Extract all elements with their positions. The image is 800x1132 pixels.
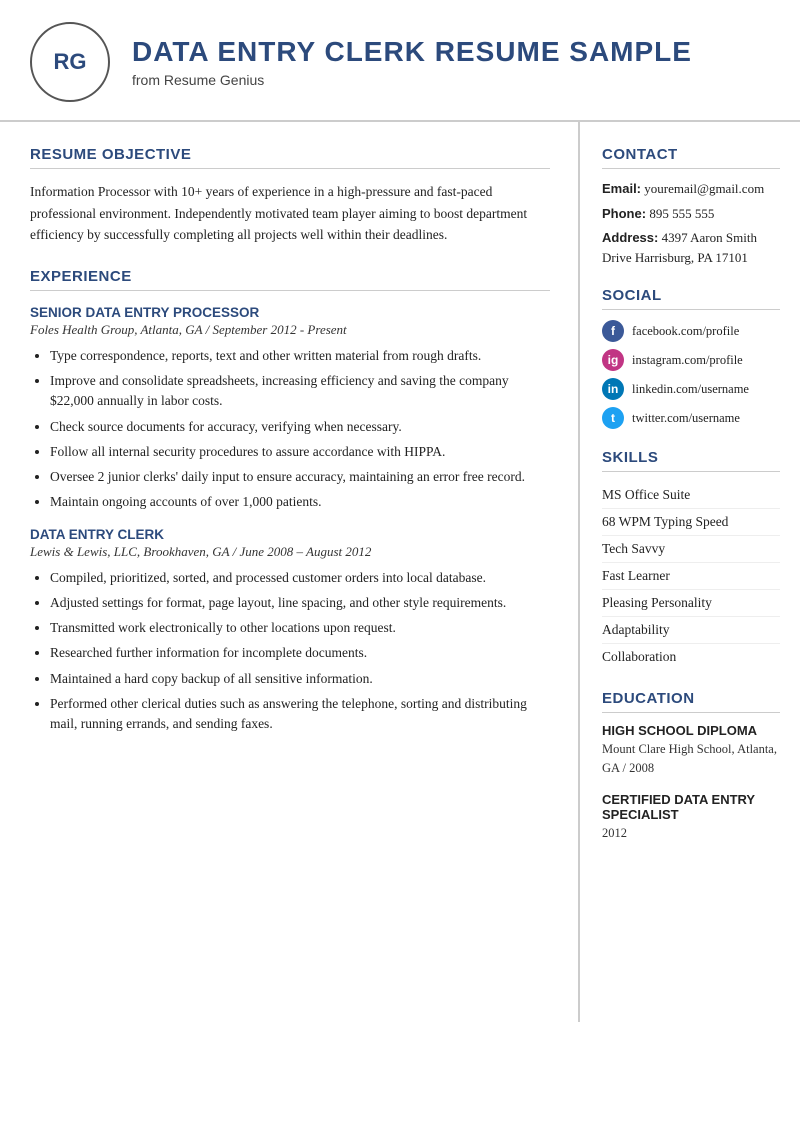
experience-section: EXPERIENCE SENIOR DATA ENTRY PROCESSOR Fo… (30, 268, 550, 735)
job-item: DATA ENTRY CLERK Lewis & Lewis, LLC, Broo… (30, 527, 550, 735)
phone-label: Phone: (602, 206, 646, 221)
bullet-item: Oversee 2 junior clerks' daily input to … (50, 467, 550, 487)
bullet-item: Adjusted settings for format, page layou… (50, 593, 550, 613)
email-value: youremail@gmail.com (644, 181, 764, 196)
bullet-item: Maintain ongoing accounts of over 1,000 … (50, 492, 550, 512)
skills-container: MS Office Suite68 WPM Typing SpeedTech S… (602, 482, 780, 670)
bullet-item: Follow all internal security procedures … (50, 442, 550, 462)
email-label: Email: (602, 181, 641, 196)
skills-heading: SKILLS (602, 449, 780, 472)
edu-detail: 2012 (602, 824, 780, 843)
job-bullets: Compiled, prioritized, sorted, and proce… (30, 568, 550, 735)
facebook-icon: f (602, 320, 624, 342)
bullet-item: Transmitted work electronically to other… (50, 618, 550, 638)
instagram-link: instagram.com/profile (632, 353, 743, 368)
skill-item: Tech Savvy (602, 536, 780, 563)
job-meta: Foles Health Group, Atlanta, GA / Septem… (30, 322, 550, 338)
education-heading: EDUCATION (602, 690, 780, 713)
skill-item: Collaboration (602, 644, 780, 670)
twitter-link: twitter.com/username (632, 411, 740, 426)
objective-text: Information Processor with 10+ years of … (30, 181, 550, 246)
social-item-twitter: t twitter.com/username (602, 407, 780, 429)
skill-item: MS Office Suite (602, 482, 780, 509)
education-item: HIGH SCHOOL DIPLOMA Mount Clare High Scho… (602, 723, 780, 778)
linkedin-icon: in (602, 378, 624, 400)
skill-item: Adaptability (602, 617, 780, 644)
bullet-item: Check source documents for accuracy, ver… (50, 417, 550, 437)
skill-item: Fast Learner (602, 563, 780, 590)
job-title: SENIOR DATA ENTRY PROCESSOR (30, 305, 550, 320)
education-container: HIGH SCHOOL DIPLOMA Mount Clare High Scho… (602, 723, 780, 842)
bullet-item: Type correspondence, reports, text and o… (50, 346, 550, 366)
left-column: RESUME OBJECTIVE Information Processor w… (0, 122, 580, 1022)
job-bullets: Type correspondence, reports, text and o… (30, 346, 550, 513)
logo-circle: RG (30, 22, 110, 102)
contact-phone: Phone: 895 555 555 (602, 204, 780, 224)
linkedin-link: linkedin.com/username (632, 382, 749, 397)
job-title: DATA ENTRY CLERK (30, 527, 550, 542)
resume-title: DATA ENTRY CLERK RESUME SAMPLE (132, 36, 692, 68)
edu-title: HIGH SCHOOL DIPLOMA (602, 723, 780, 738)
edu-title: CERTIFIED DATA ENTRY SPECIALIST (602, 792, 780, 822)
address-label: Address: (602, 230, 658, 245)
header-text: DATA ENTRY CLERK RESUME SAMPLE from Resu… (132, 36, 692, 88)
resume-subtitle: from Resume Genius (132, 72, 692, 88)
contact-address: Address: 4397 Aaron Smith Drive Harrisbu… (602, 228, 780, 267)
facebook-link: facebook.com/profile (632, 324, 739, 339)
bullet-item: Compiled, prioritized, sorted, and proce… (50, 568, 550, 588)
bullet-item: Researched further information for incom… (50, 643, 550, 663)
skill-item: Pleasing Personality (602, 590, 780, 617)
edu-detail: Mount Clare High School, Atlanta, GA / 2… (602, 740, 780, 778)
bullet-item: Performed other clerical duties such as … (50, 694, 550, 735)
main-layout: RESUME OBJECTIVE Information Processor w… (0, 122, 800, 1022)
bullet-item: Improve and consolidate spreadsheets, in… (50, 371, 550, 412)
social-item-facebook: f facebook.com/profile (602, 320, 780, 342)
instagram-icon: ig (602, 349, 624, 371)
jobs-container: SENIOR DATA ENTRY PROCESSOR Foles Health … (30, 305, 550, 735)
contact-email: Email: youremail@gmail.com (602, 179, 780, 199)
experience-heading: EXPERIENCE (30, 268, 550, 291)
job-item: SENIOR DATA ENTRY PROCESSOR Foles Health … (30, 305, 550, 513)
social-item-instagram: ig instagram.com/profile (602, 349, 780, 371)
job-meta: Lewis & Lewis, LLC, Brookhaven, GA / Jun… (30, 544, 550, 560)
twitter-icon: t (602, 407, 624, 429)
phone-value: 895 555 555 (649, 206, 714, 221)
objective-section: RESUME OBJECTIVE Information Processor w… (30, 146, 550, 246)
right-column: CONTACT Email: youremail@gmail.com Phone… (580, 122, 800, 1022)
logo-initials: RG (54, 49, 87, 75)
social-container: f facebook.com/profile ig instagram.com/pro… (602, 320, 780, 429)
contact-heading: CONTACT (602, 146, 780, 169)
header: RG DATA ENTRY CLERK RESUME SAMPLE from R… (0, 0, 800, 122)
objective-heading: RESUME OBJECTIVE (30, 146, 550, 169)
skill-item: 68 WPM Typing Speed (602, 509, 780, 536)
social-item-linkedin: in linkedin.com/username (602, 378, 780, 400)
education-item: CERTIFIED DATA ENTRY SPECIALIST 2012 (602, 792, 780, 843)
social-heading: SOCIAL (602, 287, 780, 310)
bullet-item: Maintained a hard copy backup of all sen… (50, 669, 550, 689)
